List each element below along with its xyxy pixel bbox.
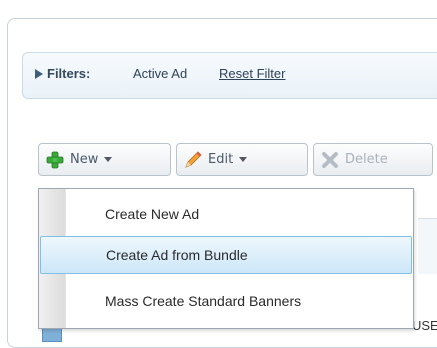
page: Filters: Active Ad Reset Filter New Edit <box>0 0 437 348</box>
active-filter-value: Active Ad <box>133 66 188 81</box>
grid-row-text: USE <box>412 318 437 333</box>
x-icon <box>320 150 340 170</box>
new-button-label: New <box>70 152 99 167</box>
chevron-down-icon <box>239 157 248 162</box>
delete-button-label: Delete <box>345 152 388 167</box>
menu-item-create-new-ad[interactable]: Create New Ad <box>39 195 413 233</box>
menu-item-label: Create Ad from Bundle <box>106 247 248 263</box>
plus-icon <box>45 150 65 170</box>
row-icon <box>42 328 62 342</box>
edit-button[interactable]: Edit <box>176 143 308 176</box>
menu-item-label: Create New Ad <box>105 206 200 222</box>
chevron-down-icon <box>104 157 113 162</box>
edit-button-label: Edit <box>208 152 234 167</box>
menu-item-label: Mass Create Standard Banners <box>105 293 302 309</box>
new-dropdown-menu: Create New Ad Create Ad from Bundle Mass… <box>38 188 414 329</box>
grid-header <box>418 218 437 274</box>
menu-item-mass-create-standard-banners[interactable]: Mass Create Standard Banners <box>39 282 413 320</box>
triangle-right-icon[interactable] <box>35 69 43 79</box>
pencil-icon <box>183 150 203 170</box>
filters-label[interactable]: Filters: <box>47 66 90 81</box>
new-button[interactable]: New <box>38 143 171 176</box>
reset-filter-link[interactable]: Reset Filter <box>219 66 285 81</box>
menu-item-create-ad-from-bundle[interactable]: Create Ad from Bundle <box>40 236 412 274</box>
delete-button[interactable]: Delete <box>313 143 433 176</box>
